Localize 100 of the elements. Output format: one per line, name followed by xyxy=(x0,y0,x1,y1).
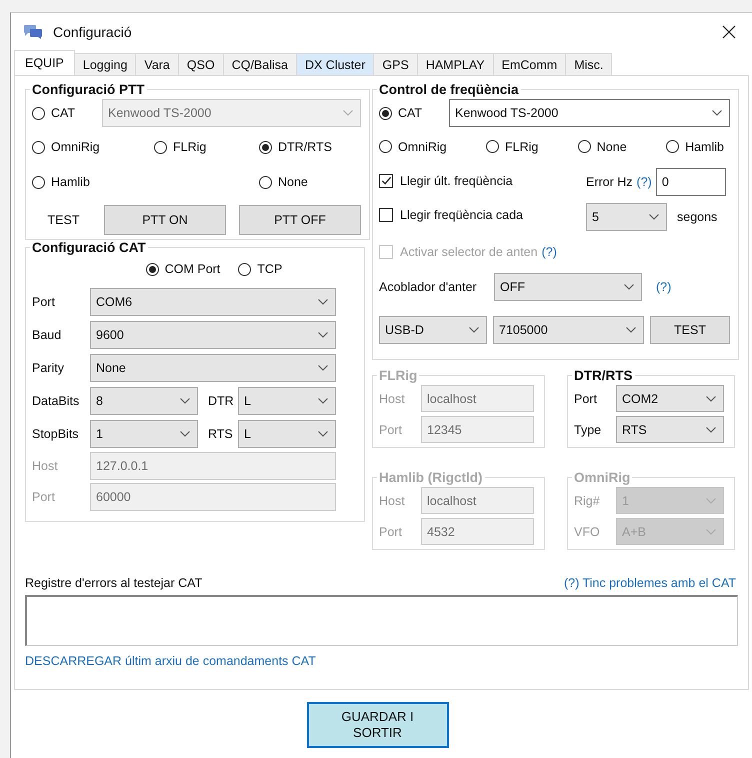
radio-button[interactable]: None xyxy=(578,136,627,156)
field-label: DTR xyxy=(207,394,235,408)
caret-icon xyxy=(318,430,328,436)
radio-button[interactable]: FLRig xyxy=(486,136,538,156)
caret-icon xyxy=(706,396,716,402)
help-link[interactable]: (?) xyxy=(542,244,557,258)
caret-icon xyxy=(180,430,190,436)
group-title: Configuració CAT xyxy=(31,240,147,255)
text-field[interactable]: 0 xyxy=(656,168,726,196)
checkbox[interactable]: Llegir últ. freqüència xyxy=(379,174,513,188)
field-label: Baud xyxy=(32,328,62,342)
radio-button[interactable]: OmniRig xyxy=(32,137,100,157)
dropdown[interactable]: COM2 xyxy=(616,385,724,412)
field-label: Port xyxy=(32,490,56,504)
dropdown[interactable]: COM6 xyxy=(90,288,336,316)
field-label: Acoblador d'anter xyxy=(379,280,478,294)
radio-button[interactable]: COM Port xyxy=(146,259,220,279)
chat-bubbles-icon xyxy=(23,24,43,40)
caret-icon xyxy=(624,284,634,290)
field-label: Port xyxy=(379,422,403,436)
dropdown[interactable]: USB-D xyxy=(379,316,487,344)
caret-icon xyxy=(706,528,716,534)
caret-icon xyxy=(318,332,328,338)
radio-button[interactable]: OmniRig xyxy=(379,136,447,156)
caret-icon xyxy=(343,110,353,116)
field-label: Rig# xyxy=(574,494,601,508)
tab[interactable]: Logging xyxy=(74,53,136,75)
group-title: Control de freqüència xyxy=(378,82,520,97)
save-button[interactable]: GUARDAR I SORTIR xyxy=(306,702,448,748)
dropdown[interactable]: Kenwood TS-2000 xyxy=(449,99,730,127)
close-icon[interactable] xyxy=(722,24,736,38)
caret-icon xyxy=(706,426,716,432)
field-label: VFO xyxy=(574,524,601,538)
group-title: Hamlib (Rigctld) xyxy=(378,470,484,485)
caret-icon xyxy=(318,398,328,404)
caret-icon xyxy=(318,364,328,370)
field-label: Parity xyxy=(32,360,65,374)
test-button[interactable]: TEST xyxy=(650,316,730,344)
caret-icon xyxy=(180,398,190,404)
field-label: Port xyxy=(32,294,56,308)
field-label: Host xyxy=(379,494,406,508)
tab[interactable]: QSO xyxy=(178,53,224,75)
ptt-button[interactable]: PTT ON xyxy=(104,205,226,235)
tab[interactable]: EmComm xyxy=(494,53,566,75)
radio-button[interactable]: TCP xyxy=(238,259,282,279)
ptt-button[interactable]: PTT OFF xyxy=(239,205,361,235)
tab[interactable]: CQ/Balisa xyxy=(224,53,297,75)
log-text-area[interactable] xyxy=(25,595,738,646)
dropdown[interactable]: None xyxy=(90,354,336,382)
tab[interactable]: Misc. xyxy=(566,53,612,75)
field-label: Error Hz xyxy=(586,174,633,188)
caret-icon xyxy=(706,498,716,504)
radio-button[interactable]: Hamlib xyxy=(666,136,724,156)
caret-icon xyxy=(712,110,722,116)
download-link[interactable]: DESCARREGAR últim arxiu de comandaments CAT xyxy=(25,654,316,668)
group-title: DTR/RTS xyxy=(573,368,634,383)
caret-icon xyxy=(626,326,636,332)
dropdown[interactable]: 7105000 xyxy=(493,316,644,344)
help-link[interactable]: (?) Tinc problemes amb el CAT xyxy=(564,576,736,590)
field-label: StopBits xyxy=(32,426,80,440)
help-link[interactable]: (?) xyxy=(636,174,652,188)
radio-button[interactable]: None xyxy=(259,172,308,192)
log-label: Registre d'errors al testejar CAT xyxy=(25,576,202,590)
tab[interactable]: GPS xyxy=(374,53,418,75)
tab[interactable]: EQUIP xyxy=(14,50,75,75)
tab[interactable]: HAMPLAY xyxy=(418,53,494,75)
field-label: Port xyxy=(574,392,598,406)
radio-button[interactable]: CAT xyxy=(32,103,102,123)
dropdown[interactable]: 8 xyxy=(90,386,198,414)
field-label: Port xyxy=(379,524,403,538)
group-title: Configuració PTT xyxy=(31,82,146,97)
group-title: OmniRig xyxy=(573,470,632,485)
field-label: DataBits xyxy=(32,394,80,408)
dropdown[interactable]: L xyxy=(238,420,336,448)
check-icon xyxy=(380,175,392,186)
dropdown[interactable]: RTS xyxy=(616,416,724,443)
checkbox[interactable]: Llegir freqüència cada xyxy=(379,208,523,222)
dropdown[interactable]: 5 xyxy=(586,202,667,230)
caret-icon xyxy=(318,298,328,304)
radio-button[interactable]: CAT xyxy=(379,103,449,123)
dropdown[interactable]: 9600 xyxy=(90,320,336,348)
tab[interactable]: Vara xyxy=(136,53,179,75)
caret-icon xyxy=(649,214,659,220)
dropdown[interactable]: 1 xyxy=(90,420,198,448)
group-title: FLRig xyxy=(378,368,418,383)
field-label: Host xyxy=(379,392,406,406)
caret-icon xyxy=(469,326,479,332)
window-title: Configuració xyxy=(53,24,133,40)
unit-label: segons xyxy=(677,210,718,224)
dropdown[interactable]: L xyxy=(238,386,336,414)
radio-button[interactable]: DTR/RTS xyxy=(259,137,332,157)
field-label: Host xyxy=(32,458,59,472)
radio-button[interactable]: Hamlib xyxy=(32,172,90,192)
field-label: RTS xyxy=(207,426,234,440)
tab[interactable]: DX Cluster xyxy=(296,53,374,75)
dropdown[interactable]: OFF xyxy=(494,272,642,300)
radio-button[interactable]: FLRig xyxy=(154,137,206,157)
field-label: Type xyxy=(574,422,602,436)
test-label: TEST xyxy=(46,213,80,227)
help-link[interactable]: (?) xyxy=(656,280,672,294)
